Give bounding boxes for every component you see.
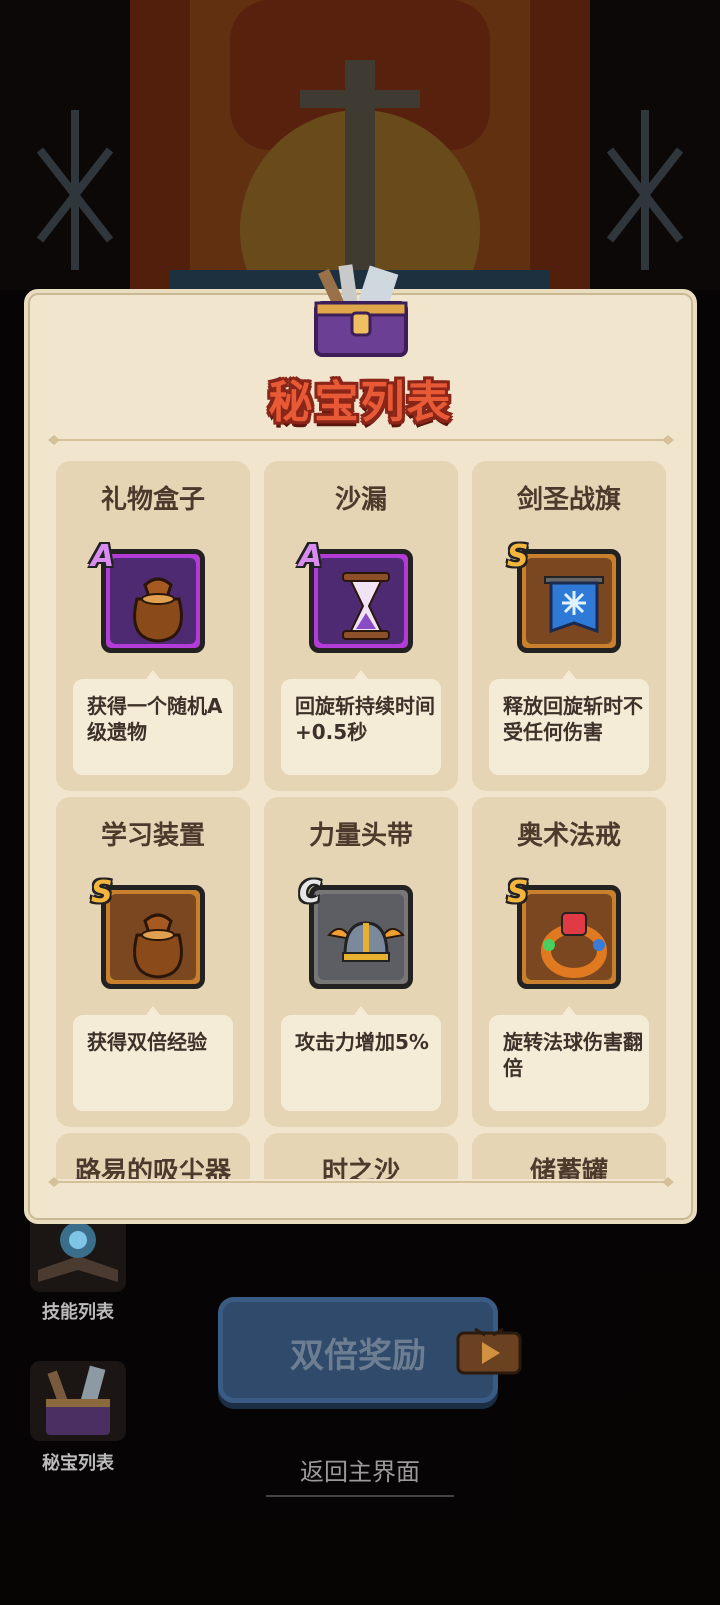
treasure-description: 攻击力增加5% — [295, 1030, 429, 1054]
treasure-card[interactable]: 剑圣战旗 S 释放回旋斩时不受任何伤害 — [472, 461, 666, 791]
banner-icon — [526, 558, 612, 644]
hourglass-icon — [318, 558, 404, 644]
treasure-chest-icon — [314, 264, 408, 357]
rank-badge: A — [299, 539, 323, 574]
treasure-list-label: 秘宝列表 — [42, 1453, 114, 1474]
treasure-description: 获得双倍经验 — [87, 1030, 207, 1054]
treasure-name: 剑圣战旗 — [516, 485, 621, 515]
treasure-name: 奥术法戒 — [516, 821, 621, 851]
treasure-description: 旋转法球伤害翻倍 — [503, 1030, 643, 1080]
rank-badge: S — [91, 875, 113, 910]
treasure-description: 获得一个随机A级遗物 — [87, 694, 223, 744]
rank-badge: A — [91, 539, 115, 574]
treasure-description: 回旋斩持续时间+0.5秒 — [295, 694, 435, 744]
skills-list-label: 技能列表 — [42, 1302, 114, 1323]
treasure-icon-frame — [517, 549, 621, 653]
divider-top — [48, 435, 674, 445]
description-box: 释放回旋斩时不受任何伤害 — [489, 670, 649, 775]
ring-icon — [526, 894, 612, 980]
description-box: 获得双倍经验 — [73, 1006, 233, 1111]
treasure-card[interactable]: 储蓄罐 — [472, 1133, 666, 1179]
treasure-card[interactable]: 沙漏 A 回旋斩持续时间+0.5秒 — [264, 461, 458, 791]
description-box: 回旋斩持续时间+0.5秒 — [281, 670, 441, 775]
description-box: 攻击力增加5% — [281, 1006, 441, 1111]
winged-helmet-icon — [318, 894, 405, 980]
skills-list-button[interactable]: 技能列表 — [24, 1210, 132, 1332]
description-box: 旋转法球伤害翻倍 — [489, 1006, 649, 1111]
treasure-icon-frame — [309, 885, 413, 989]
treasure-chest-icon — [30, 1361, 126, 1441]
treasure-name: 路易的吸尘器 — [74, 1157, 231, 1179]
panel-title: 秘宝列表 — [268, 377, 453, 428]
treasure-icon-frame — [517, 885, 621, 989]
treasure-list-panel: 秘宝列表 礼物盒子 A 获得一个随机A级遗物 沙漏 A 回旋斩持续时间+0.5秒 剑圣战旗 S… — [24, 264, 697, 1224]
treasure-card[interactable]: 礼物盒子 A 获得一个随机A级遗物 — [56, 461, 250, 791]
treasure-name: 沙漏 — [334, 485, 387, 515]
treasure-name: 礼物盒子 — [100, 485, 205, 515]
treasure-description: 释放回旋斩时不受任何伤害 — [503, 694, 643, 744]
treasure-card[interactable]: 学习装置 S 获得双倍经验 — [56, 797, 250, 1127]
treasure-card[interactable]: 力量头带 C 攻击力增加5% — [264, 797, 458, 1127]
divider-bottom — [48, 1177, 674, 1187]
treasure-list-button[interactable]: 秘宝列表 — [24, 1355, 132, 1485]
treasure-name: 储蓄罐 — [529, 1157, 608, 1179]
video-ad-icon — [456, 1327, 522, 1375]
return-main-menu-link[interactable]: 返回主界面 — [266, 1452, 454, 1497]
treasure-card[interactable]: 奥术法戒 S 旋转法球伤害翻倍 — [472, 797, 666, 1127]
rank-badge: S — [507, 539, 529, 574]
treasure-icon-frame — [101, 549, 205, 653]
treasure-card[interactable]: 路易的吸尘器 — [56, 1133, 250, 1179]
treasure-grid: 礼物盒子 A 获得一个随机A级遗物 沙漏 A 回旋斩持续时间+0.5秒 剑圣战旗 S 释放回旋斩… — [56, 461, 666, 1179]
gift-bag-icon — [110, 894, 196, 980]
treasure-name: 时之沙 — [321, 1157, 400, 1179]
gift-bag-icon — [110, 558, 196, 644]
rank-badge: S — [507, 875, 529, 910]
treasure-name: 学习装置 — [100, 821, 205, 851]
description-box: 获得一个随机A级遗物 — [73, 670, 233, 775]
double-reward-label: 双倍奖励 — [290, 1336, 426, 1376]
treasure-name: 力量头带 — [308, 821, 413, 851]
treasure-card[interactable]: 时之沙 — [264, 1133, 458, 1179]
treasure-icon-frame — [101, 885, 205, 989]
treasure-icon-frame — [309, 549, 413, 653]
rank-badge: C — [299, 875, 322, 910]
